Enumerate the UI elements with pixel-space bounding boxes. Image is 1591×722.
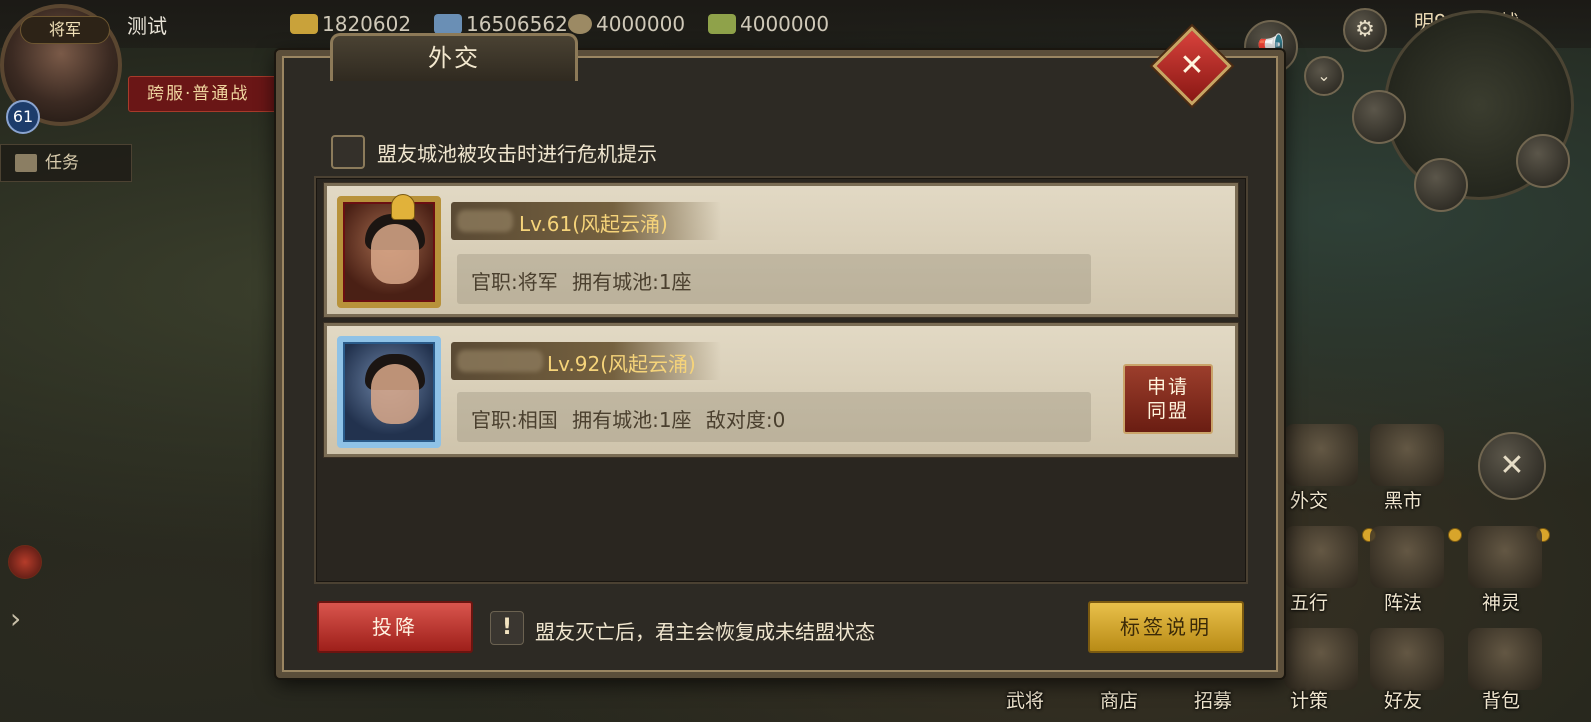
resource-grain[interactable]: 4000000 <box>708 12 829 36</box>
ally-level-text: Lv.61(风起云涌) <box>519 212 668 236</box>
strategy-icon[interactable] <box>1284 628 1358 690</box>
task-label: 任务 <box>45 153 79 173</box>
menu-strategy[interactable]: 计策 <box>1290 686 1328 713</box>
ally-info-box: 官职:相国 拥有城池:1座 敌对度:0 <box>457 392 1091 442</box>
five-elements-icon[interactable] <box>1284 526 1358 588</box>
surrender-button[interactable]: 投降 <box>317 601 473 653</box>
ally-portrait[interactable] <box>337 336 441 448</box>
ally-info-box: 官职:将军 拥有城池:1座 <box>457 254 1091 304</box>
silver-icon <box>434 14 462 34</box>
ally-card: Lv.61(风起云涌) 官职:将军 拥有城池:1座 <box>324 183 1238 317</box>
task-tab[interactable]: 任务 <box>0 144 132 182</box>
menu-friends[interactable]: 好友 <box>1384 686 1422 713</box>
yin-yang-icon[interactable] <box>1468 526 1542 588</box>
coin-icon <box>568 14 592 34</box>
bell-icon <box>391 194 415 220</box>
menu-recruit[interactable]: 招募 <box>1194 686 1232 713</box>
apply-alliance-label-line2: 同盟 <box>1146 400 1189 422</box>
ally-portrait[interactable] <box>337 194 441 308</box>
resource-coin[interactable]: 4000000 <box>568 12 685 36</box>
ally-info-text: 官职:将军 拥有城池:1座 <box>471 270 692 294</box>
resource-coin-value: 4000000 <box>596 12 686 36</box>
menu-bag[interactable]: 背包 <box>1482 686 1520 713</box>
scroll-icon[interactable] <box>1352 90 1406 144</box>
menu-formation[interactable]: 阵法 <box>1384 588 1422 615</box>
menu-shop[interactable]: 商店 <box>1100 686 1138 713</box>
ally-info-text: 官职:相国 拥有城池:1座 敌对度:0 <box>471 408 786 432</box>
blurred-name <box>457 210 513 232</box>
chevron-right-icon[interactable]: › <box>10 602 21 635</box>
menu-spirit[interactable]: 神灵 <box>1482 588 1520 615</box>
formation-icon[interactable] <box>1370 526 1444 588</box>
gold-ingot-icon <box>290 14 318 34</box>
ally-card: Lv.92(风起云涌) 官职:相国 拥有城池:1座 敌对度:0 申请 同盟 <box>324 323 1238 457</box>
portrait-face <box>371 364 419 424</box>
grain-icon <box>708 14 736 34</box>
palace-icon[interactable] <box>1414 158 1468 212</box>
black-market-icon[interactable] <box>1370 424 1444 486</box>
tag-explanation-button[interactable]: 标签说明 <box>1088 601 1244 653</box>
player-name: 测试 <box>127 14 167 38</box>
ally-name-ribbon: Lv.61(风起云涌) <box>451 202 721 240</box>
notification-dot <box>1448 528 1462 542</box>
ally-name-ribbon: Lv.92(风起云涌) <box>451 342 721 380</box>
player-rank-badge: 将军 <box>20 16 110 44</box>
dialog-title: 外交 <box>330 33 578 81</box>
portrait-face <box>371 224 419 284</box>
ranking-bars-icon[interactable] <box>1516 134 1570 188</box>
crisis-alert-checkbox[interactable] <box>331 135 365 169</box>
alliance-emblem-icon[interactable] <box>8 545 42 579</box>
ally-level-text: Lv.92(风起云涌) <box>547 352 696 376</box>
chevron-down-icon[interactable]: ⌄ <box>1304 56 1344 96</box>
apply-alliance-label-line1: 申请 <box>1146 376 1189 398</box>
menu-black-market[interactable]: 黑市 <box>1384 486 1422 513</box>
exclamation-icon: ! <box>490 611 524 645</box>
server-banner[interactable]: 跨服·普通战 <box>128 76 278 112</box>
crisis-alert-label: 盟友城池被攻击时进行危机提示 <box>377 141 657 166</box>
menu-diplomacy[interactable]: 外交 <box>1290 486 1328 513</box>
bag-icon[interactable] <box>1468 628 1542 690</box>
resource-grain-value: 4000000 <box>740 12 830 36</box>
diplomacy-scroll-icon[interactable] <box>1284 424 1358 486</box>
player-level-badge: 61 <box>6 100 40 134</box>
apply-alliance-button[interactable]: 申请 同盟 <box>1123 364 1213 434</box>
alliance-hint-text: 盟友灭亡后，君主会恢复成未结盟状态 <box>535 620 875 644</box>
menu-generals[interactable]: 武将 <box>1006 686 1044 713</box>
close-menu-icon[interactable]: ✕ <box>1478 432 1546 500</box>
crisis-alert-option[interactable]: 盟友城池被攻击时进行危机提示 <box>331 135 657 169</box>
blurred-name <box>457 350 543 372</box>
settings-gear-icon[interactable]: ⚙ <box>1343 8 1387 52</box>
task-flag-icon <box>15 154 37 172</box>
friends-handshake-icon[interactable] <box>1370 628 1444 690</box>
close-icon: ✕ <box>1179 48 1205 83</box>
menu-five-elements[interactable]: 五行 <box>1290 588 1328 615</box>
